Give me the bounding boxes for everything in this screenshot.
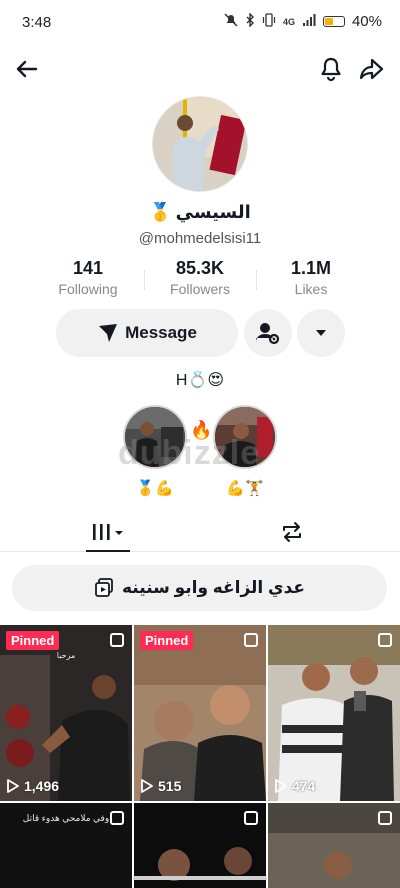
following-stat[interactable]: 141 Following: [33, 258, 143, 297]
share-icon: [359, 58, 384, 80]
pinned-badge: Pinned: [6, 631, 60, 650]
mute-icon: [224, 13, 238, 30]
user-settings-icon: [256, 323, 280, 345]
playlist-label: عدي الزاغه وابو سنينه: [122, 578, 305, 597]
back-button[interactable]: [12, 54, 42, 84]
avatar-photo: [153, 97, 247, 191]
notification-bell-button[interactable]: [316, 54, 346, 84]
message-label: Message: [125, 323, 197, 342]
following-count: 141: [72, 258, 104, 278]
video-thumbnail: [134, 625, 266, 801]
multi-photo-icon: [244, 633, 258, 647]
bio: H💍😍: [175, 372, 225, 389]
status-icons: 4G 40%: [224, 12, 382, 30]
followers-label: Followers: [170, 281, 230, 297]
pinned-badge: Pinned: [140, 631, 194, 650]
tab-reposts[interactable]: [272, 512, 312, 552]
videos-grid-icon: [93, 524, 123, 540]
tab-videos[interactable]: [86, 512, 130, 552]
playlist-icon: [95, 578, 113, 597]
highlight-caption: 🥇💪: [136, 480, 174, 497]
message-button[interactable]: Message: [56, 309, 238, 357]
view-count-value: 515: [158, 778, 182, 794]
video-tile[interactable]: مرحبا Pinned 1,496: [0, 625, 132, 801]
view-count: 474: [275, 778, 315, 794]
repost-icon: [283, 522, 301, 542]
watermark: dubizzle: [118, 434, 261, 472]
more-options-button[interactable]: [297, 309, 345, 357]
play-icon: [275, 779, 287, 793]
followers-count: 85.3K: [175, 258, 225, 278]
name-emoji: 🥇: [149, 202, 172, 222]
video-thumbnail: [268, 625, 400, 801]
likes-stat[interactable]: 1.1M Likes: [256, 258, 366, 297]
view-count: 1,496: [7, 778, 59, 794]
multi-photo-icon: [110, 633, 124, 647]
network-type: 4G: [282, 16, 295, 27]
likes-count: 1.1M: [290, 258, 332, 278]
multi-photo-icon: [378, 811, 392, 825]
signal-icon: [302, 13, 316, 30]
view-count: 515: [141, 778, 181, 794]
multi-photo-icon: [110, 811, 124, 825]
chevron-down-icon: [316, 330, 326, 336]
highlight-caption: 💪🏋: [226, 480, 264, 497]
status-bar: 3:48 4G 40%: [0, 0, 400, 44]
home-indicator: [133, 876, 267, 880]
play-icon: [141, 779, 153, 793]
battery-icon: [322, 16, 345, 27]
video-tile[interactable]: 474: [268, 625, 400, 801]
display-name-row: 🥇 السيسي: [0, 202, 400, 223]
back-arrow-icon: [16, 60, 38, 78]
video-caption: مرحبا: [56, 651, 76, 660]
battery-percent: 40%: [351, 13, 382, 30]
bell-icon: [321, 57, 341, 82]
view-count-value: 1,496: [24, 778, 60, 794]
follow-settings-button[interactable]: [244, 309, 292, 357]
status-time: 3:48: [22, 14, 52, 31]
avatar[interactable]: [152, 96, 248, 192]
likes-label: Likes: [294, 281, 328, 297]
followers-stat[interactable]: 85.3K Followers: [145, 258, 255, 297]
send-icon: [99, 324, 118, 342]
video-tile[interactable]: [268, 803, 400, 888]
video-tile[interactable]: وفي ملامحي هدوء قاتل: [0, 803, 132, 888]
play-icon: [7, 779, 19, 793]
display-name: السيسي: [175, 202, 251, 222]
vibrate-icon: [262, 13, 276, 30]
share-button[interactable]: [356, 54, 386, 84]
active-tab-indicator: [86, 550, 130, 552]
view-count-value: 474: [292, 778, 316, 794]
video-caption: وفي ملامحي هدوء قاتل: [22, 813, 110, 823]
multi-photo-icon: [378, 633, 392, 647]
following-label: Following: [58, 281, 118, 297]
playlist-button[interactable]: عدي الزاغه وابو سنينه: [12, 565, 387, 611]
video-grid: مرحبا Pinned 1,496 Pinned 515 474 وفي مل…: [0, 625, 400, 888]
video-tile[interactable]: Pinned 515: [134, 625, 266, 801]
bluetooth-icon: [245, 12, 255, 30]
content-tabs: [0, 512, 400, 552]
username: @mohmedelsisi11: [138, 230, 262, 247]
profile-stats: 141 Following 85.3K Followers 1.1M Likes: [0, 258, 400, 302]
multi-photo-icon: [244, 811, 258, 825]
profile-actions: Message: [0, 309, 400, 359]
